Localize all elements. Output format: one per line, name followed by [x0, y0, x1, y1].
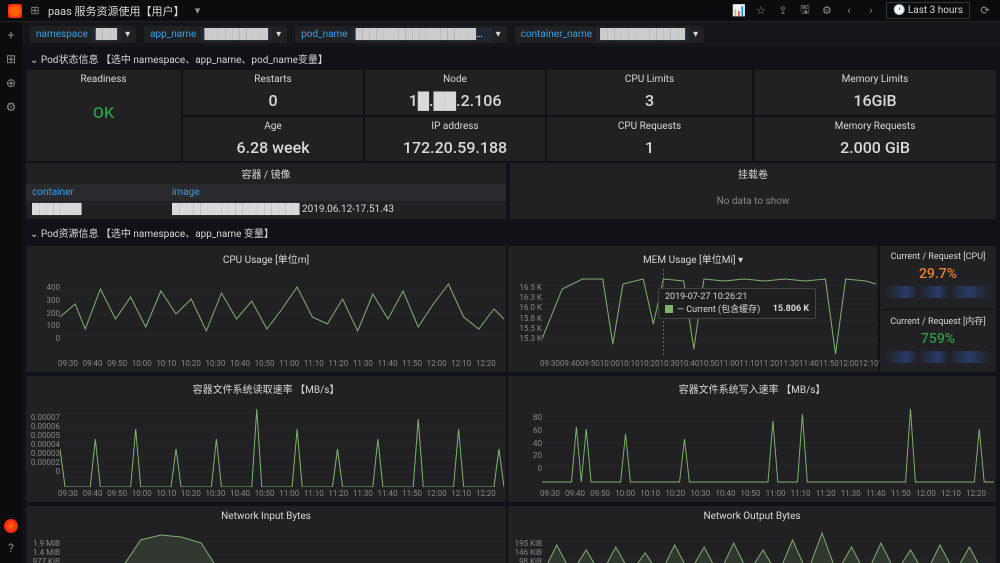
dashboards-icon[interactable]: ⊞ [4, 52, 18, 66]
chart-net-out[interactable]: Network Output Bytes 195 KiB146 KiB98 Ki… [508, 506, 996, 563]
stat-cpu-limits: CPU Limits3 [547, 70, 752, 115]
dropdown-icon[interactable]: ▾ [191, 4, 205, 18]
panel-container-image: 容器 / 镜像 containerimage █████████████████… [26, 163, 506, 219]
stat-restarts: Restarts0 [183, 70, 363, 115]
chart-mem-usage[interactable]: MEM Usage [单位Mi] ▾ 16.5 K16.3 K16.0 K15.… [508, 246, 878, 372]
back-icon[interactable]: ‹ [842, 4, 856, 18]
topbar: ⊞ paas 服务资源使用【用户】 ▾ 📊 ☆ ⇪ 🖫 ⚙ ‹ › 🕐 Last… [0, 0, 1000, 22]
grafana-logo-icon[interactable] [8, 4, 22, 18]
star-icon[interactable]: ☆ [754, 4, 768, 18]
plot-icon[interactable]: 📊 [732, 4, 746, 18]
th-container[interactable]: container [32, 187, 172, 198]
y-axis: 0.000070.000060.000050.000040.000030.000… [30, 413, 60, 473]
table-row: █████████████████████████ 2019.06.12-17.… [26, 201, 506, 218]
y-axis: 806040200 [512, 413, 542, 473]
chart-cpu-usage[interactable]: CPU Usage [单位m] 4003002001000 09:3009:40… [26, 246, 506, 372]
chart-fs-read[interactable]: 容器文件系统读取速率 【MB/s】 0.000070.000060.000050… [26, 376, 506, 502]
y-axis: 4003002001000 [30, 283, 60, 343]
filter-container-name[interactable]: container_name████████████▾ [515, 26, 704, 43]
y-axis: 195 KiB146 KiB98 KiB49 KiB0 B [512, 539, 542, 563]
mini-stats: Current / Request [CPU] 29.7% Current / … [880, 246, 996, 372]
help-icon[interactable]: ? [4, 541, 18, 555]
stat-mem-pct: Current / Request [内存] 759% [882, 310, 994, 371]
save-icon[interactable]: 🖫 [798, 4, 812, 18]
gear-icon[interactable]: ⚙ [820, 4, 834, 18]
stat-mem-limits: Memory Limits16GiB [754, 70, 996, 115]
row-pod-status[interactable]: Pod状态信息 【选中 namespace、app_name、pod_name变… [22, 47, 1000, 70]
forward-icon[interactable]: › [864, 4, 878, 18]
refresh-icon[interactable]: ⟳ [978, 4, 992, 18]
profile-icon[interactable] [4, 519, 18, 533]
add-icon[interactable]: + [4, 28, 18, 42]
sparkline [886, 351, 990, 363]
chart-tooltip: 2019-07-27 10:26:21 — Current (包含缓存) 15.… [658, 288, 816, 319]
chart-fs-write[interactable]: 容器文件系统写入速率 【MB/s】 806040200 09:3009:4009… [508, 376, 996, 502]
stat-node: Node1█.██.2.106 [365, 70, 545, 115]
alerts-icon[interactable]: ⚙ [4, 100, 18, 114]
y-axis: 1.9 MiB1.4 MiB977 KiB488 KiB0 B [30, 539, 60, 563]
main-content: namespace███▾ app_name█████████▾ pod_nam… [22, 22, 1000, 563]
stat-cpu-pct: Current / Request [CPU] 29.7% [882, 248, 994, 310]
y-axis: 16.5 K16.3 K16.0 K15.8 K15.5 K15.3 K [512, 283, 542, 343]
th-image[interactable]: image [172, 187, 200, 198]
filter-pod-name[interactable]: pod_name████████████████████▾ [295, 26, 507, 43]
stat-mem-requests: Memory Requests2.000 GiB [754, 117, 996, 161]
time-range-picker[interactable]: 🕐 Last 3 hours [886, 2, 970, 19]
x-axis: 09:3009:4009:5010:0010:1010:2010:3010:40… [28, 487, 504, 500]
sparkline [886, 286, 990, 298]
x-axis: 09:3009:4009:5010:0010:1010:2010:3010:40… [28, 357, 504, 370]
panel-volumes: 挂载卷 No data to show [510, 163, 996, 219]
stat-age: Age6.28 week [183, 117, 363, 161]
x-axis: 09:3009:4009:5010:0010:1010:2010:3010:40… [510, 487, 994, 500]
x-axis: 09:3009:4009:5010:0010:1010:2010:3010:40… [510, 357, 876, 370]
template-variables: namespace███▾ app_name█████████▾ pod_nam… [22, 22, 1000, 47]
filter-namespace[interactable]: namespace███▾ [30, 26, 136, 43]
dashboard-title[interactable]: paas 服务资源使用【用户】 [48, 3, 185, 19]
sidebar: + ⊞ ⊕ ⚙ ? [0, 22, 22, 563]
explore-icon[interactable]: ⊕ [4, 76, 18, 90]
nodata-message: No data to show [510, 184, 996, 219]
stat-readiness: Readiness OK [26, 70, 181, 161]
filter-app-name[interactable]: app_name█████████▾ [144, 26, 287, 43]
stat-ip: IP address172.20.59.188 [365, 117, 545, 161]
nav-icon[interactable]: ⊞ [28, 4, 42, 18]
row-pod-resources[interactable]: Pod资源信息 【选中 namespace、app_name 变量】 [22, 221, 1000, 244]
share-icon[interactable]: ⇪ [776, 4, 790, 18]
chart-net-in[interactable]: Network Input Bytes 1.9 MiB1.4 MiB977 Ki… [26, 506, 506, 563]
stat-cpu-requests: CPU Requests1 [547, 117, 752, 161]
